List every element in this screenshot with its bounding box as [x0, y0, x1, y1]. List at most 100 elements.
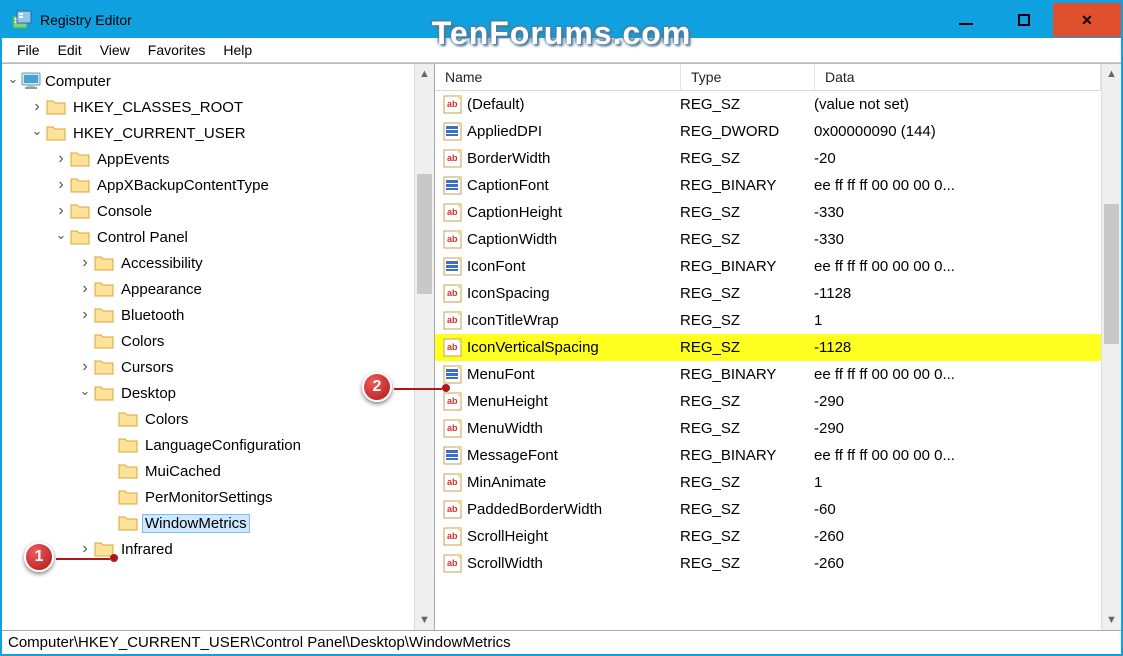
list-item[interactable]: abMinAnimateREG_SZ1	[435, 469, 1101, 496]
scroll-thumb[interactable]	[1104, 204, 1119, 344]
tree-item[interactable]: HKEY_CLASSES_ROOT	[2, 94, 414, 120]
value-data: 0x00000090 (144)	[814, 123, 1101, 140]
string-value-icon: ab	[443, 149, 462, 168]
tree-item[interactable]: MuiCached	[2, 458, 414, 484]
value-name: MessageFont	[467, 447, 680, 464]
tree-item[interactable]: Colors	[2, 406, 414, 432]
tree-item-label: HKEY_CURRENT_USER	[70, 124, 249, 143]
expander-icon[interactable]	[78, 254, 92, 272]
value-name: IconTitleWrap	[467, 312, 680, 329]
statusbar: Computer\HKEY_CURRENT_USER\Control Panel…	[2, 630, 1121, 654]
list-item[interactable]: AppliedDPIREG_DWORD0x00000090 (144)	[435, 118, 1101, 145]
expander-icon[interactable]	[78, 306, 92, 324]
scroll-up-icon[interactable]: ▲	[1102, 64, 1121, 84]
list-item[interactable]: abIconVerticalSpacingREG_SZ-1128	[435, 334, 1101, 361]
value-name: ScrollHeight	[467, 528, 680, 545]
menu-file[interactable]: File	[8, 40, 49, 60]
minimize-button[interactable]	[937, 3, 995, 37]
value-data: -20	[814, 150, 1101, 167]
column-name[interactable]: Name	[435, 64, 681, 90]
value-name: IconFont	[467, 258, 680, 275]
titlebar[interactable]: Registry Editor ✕	[2, 2, 1121, 38]
svg-text:ab: ab	[447, 207, 458, 217]
expander-icon[interactable]	[54, 176, 68, 194]
list-item[interactable]: abCaptionHeightREG_SZ-330	[435, 199, 1101, 226]
list-item[interactable]: abBorderWidthREG_SZ-20	[435, 145, 1101, 172]
menu-view[interactable]: View	[91, 40, 139, 60]
value-name: MenuHeight	[467, 393, 680, 410]
list-item[interactable]: abMenuHeightREG_SZ-290	[435, 388, 1101, 415]
list-item[interactable]: IconFontREG_BINARYee ff ff ff 00 00 00 0…	[435, 253, 1101, 280]
value-type: REG_SZ	[680, 96, 814, 113]
scroll-down-icon[interactable]: ▼	[1102, 610, 1121, 630]
tree-item[interactable]: Bluetooth	[2, 302, 414, 328]
tree-item[interactable]: LanguageConfiguration	[2, 432, 414, 458]
tree-item[interactable]: AppXBackupContentType	[2, 172, 414, 198]
tree-item[interactable]: Console	[2, 198, 414, 224]
tree-item[interactable]: Appearance	[2, 276, 414, 302]
list-item[interactable]: MenuFontREG_BINARYee ff ff ff 00 00 00 0…	[435, 361, 1101, 388]
expander-icon[interactable]	[30, 98, 44, 116]
maximize-button[interactable]	[995, 3, 1053, 37]
tree-item[interactable]: Control Panel	[2, 224, 414, 250]
list-item[interactable]: abScrollHeightREG_SZ-260	[435, 523, 1101, 550]
value-type: REG_SZ	[680, 312, 814, 329]
value-data: -260	[814, 528, 1101, 545]
tree-item[interactable]: PerMonitorSettings	[2, 484, 414, 510]
tree-item[interactable]: HKEY_CURRENT_USER	[2, 120, 414, 146]
list-item[interactable]: MessageFontREG_BINARYee ff ff ff 00 00 0…	[435, 442, 1101, 469]
scroll-up-icon[interactable]: ▲	[415, 64, 434, 84]
tree-view[interactable]: ComputerHKEY_CLASSES_ROOT HKEY_CURRENT_US…	[2, 64, 414, 630]
list-item[interactable]: ab(Default)REG_SZ(value not set)	[435, 91, 1101, 118]
list-item[interactable]: abMenuWidthREG_SZ-290	[435, 415, 1101, 442]
tree-item[interactable]: AppEvents	[2, 146, 414, 172]
tree-item[interactable]: Desktop	[2, 380, 414, 406]
expander-icon[interactable]	[54, 229, 68, 245]
tree-item-label: MuiCached	[142, 462, 224, 481]
column-data[interactable]: Data	[815, 64, 1101, 90]
tree-item[interactable]: Accessibility	[2, 250, 414, 276]
scroll-down-icon[interactable]: ▼	[415, 610, 434, 630]
svg-text:ab: ab	[447, 423, 458, 433]
list-item[interactable]: abIconTitleWrapREG_SZ1	[435, 307, 1101, 334]
tree-item-label: Colors	[118, 332, 167, 351]
expander-icon[interactable]	[78, 358, 92, 376]
string-value-icon: ab	[443, 95, 462, 114]
list-item[interactable]: CaptionFontREG_BINARYee ff ff ff 00 00 0…	[435, 172, 1101, 199]
list-item[interactable]: abScrollWidthREG_SZ-260	[435, 550, 1101, 577]
list-item[interactable]: abCaptionWidthREG_SZ-330	[435, 226, 1101, 253]
value-data: ee ff ff ff 00 00 00 0...	[814, 258, 1101, 275]
list-item[interactable]: abPaddedBorderWidthREG_SZ-60	[435, 496, 1101, 523]
string-value-icon: ab	[443, 554, 462, 573]
tree-scrollbar[interactable]: ▲ ▼	[414, 64, 434, 630]
expander-icon[interactable]	[78, 280, 92, 298]
menu-help[interactable]: Help	[214, 40, 261, 60]
tree-item-label: Appearance	[118, 280, 205, 299]
menu-favorites[interactable]: Favorites	[139, 40, 215, 60]
value-data: (value not set)	[814, 96, 1101, 113]
expander-icon[interactable]	[54, 150, 68, 168]
tree-item[interactable]: Colors	[2, 328, 414, 354]
column-type[interactable]: Type	[681, 64, 815, 90]
expander-icon[interactable]	[6, 73, 20, 89]
expander-icon[interactable]	[78, 540, 92, 558]
expander-icon[interactable]	[30, 125, 44, 141]
tree-item[interactable]: Computer	[2, 68, 414, 94]
tree-item-label: Desktop	[118, 384, 179, 403]
menu-edit[interactable]: Edit	[49, 40, 91, 60]
list-scrollbar[interactable]: ▲ ▼	[1101, 64, 1121, 630]
tree-item[interactable]: Cursors	[2, 354, 414, 380]
binary-value-icon	[443, 365, 462, 384]
value-type: REG_SZ	[680, 231, 814, 248]
close-button[interactable]: ✕	[1053, 3, 1121, 37]
value-name: CaptionWidth	[467, 231, 680, 248]
value-data: -330	[814, 204, 1101, 221]
list-view[interactable]: Name Type Data ab(Default)REG_SZ(value n…	[435, 64, 1101, 630]
list-item[interactable]: abIconSpacingREG_SZ-1128	[435, 280, 1101, 307]
value-name: PaddedBorderWidth	[467, 501, 680, 518]
expander-icon[interactable]	[78, 385, 92, 401]
tree-item[interactable]: WindowMetrics	[2, 510, 414, 536]
scroll-thumb[interactable]	[417, 174, 432, 294]
value-data: -1128	[814, 285, 1101, 302]
expander-icon[interactable]	[54, 202, 68, 220]
